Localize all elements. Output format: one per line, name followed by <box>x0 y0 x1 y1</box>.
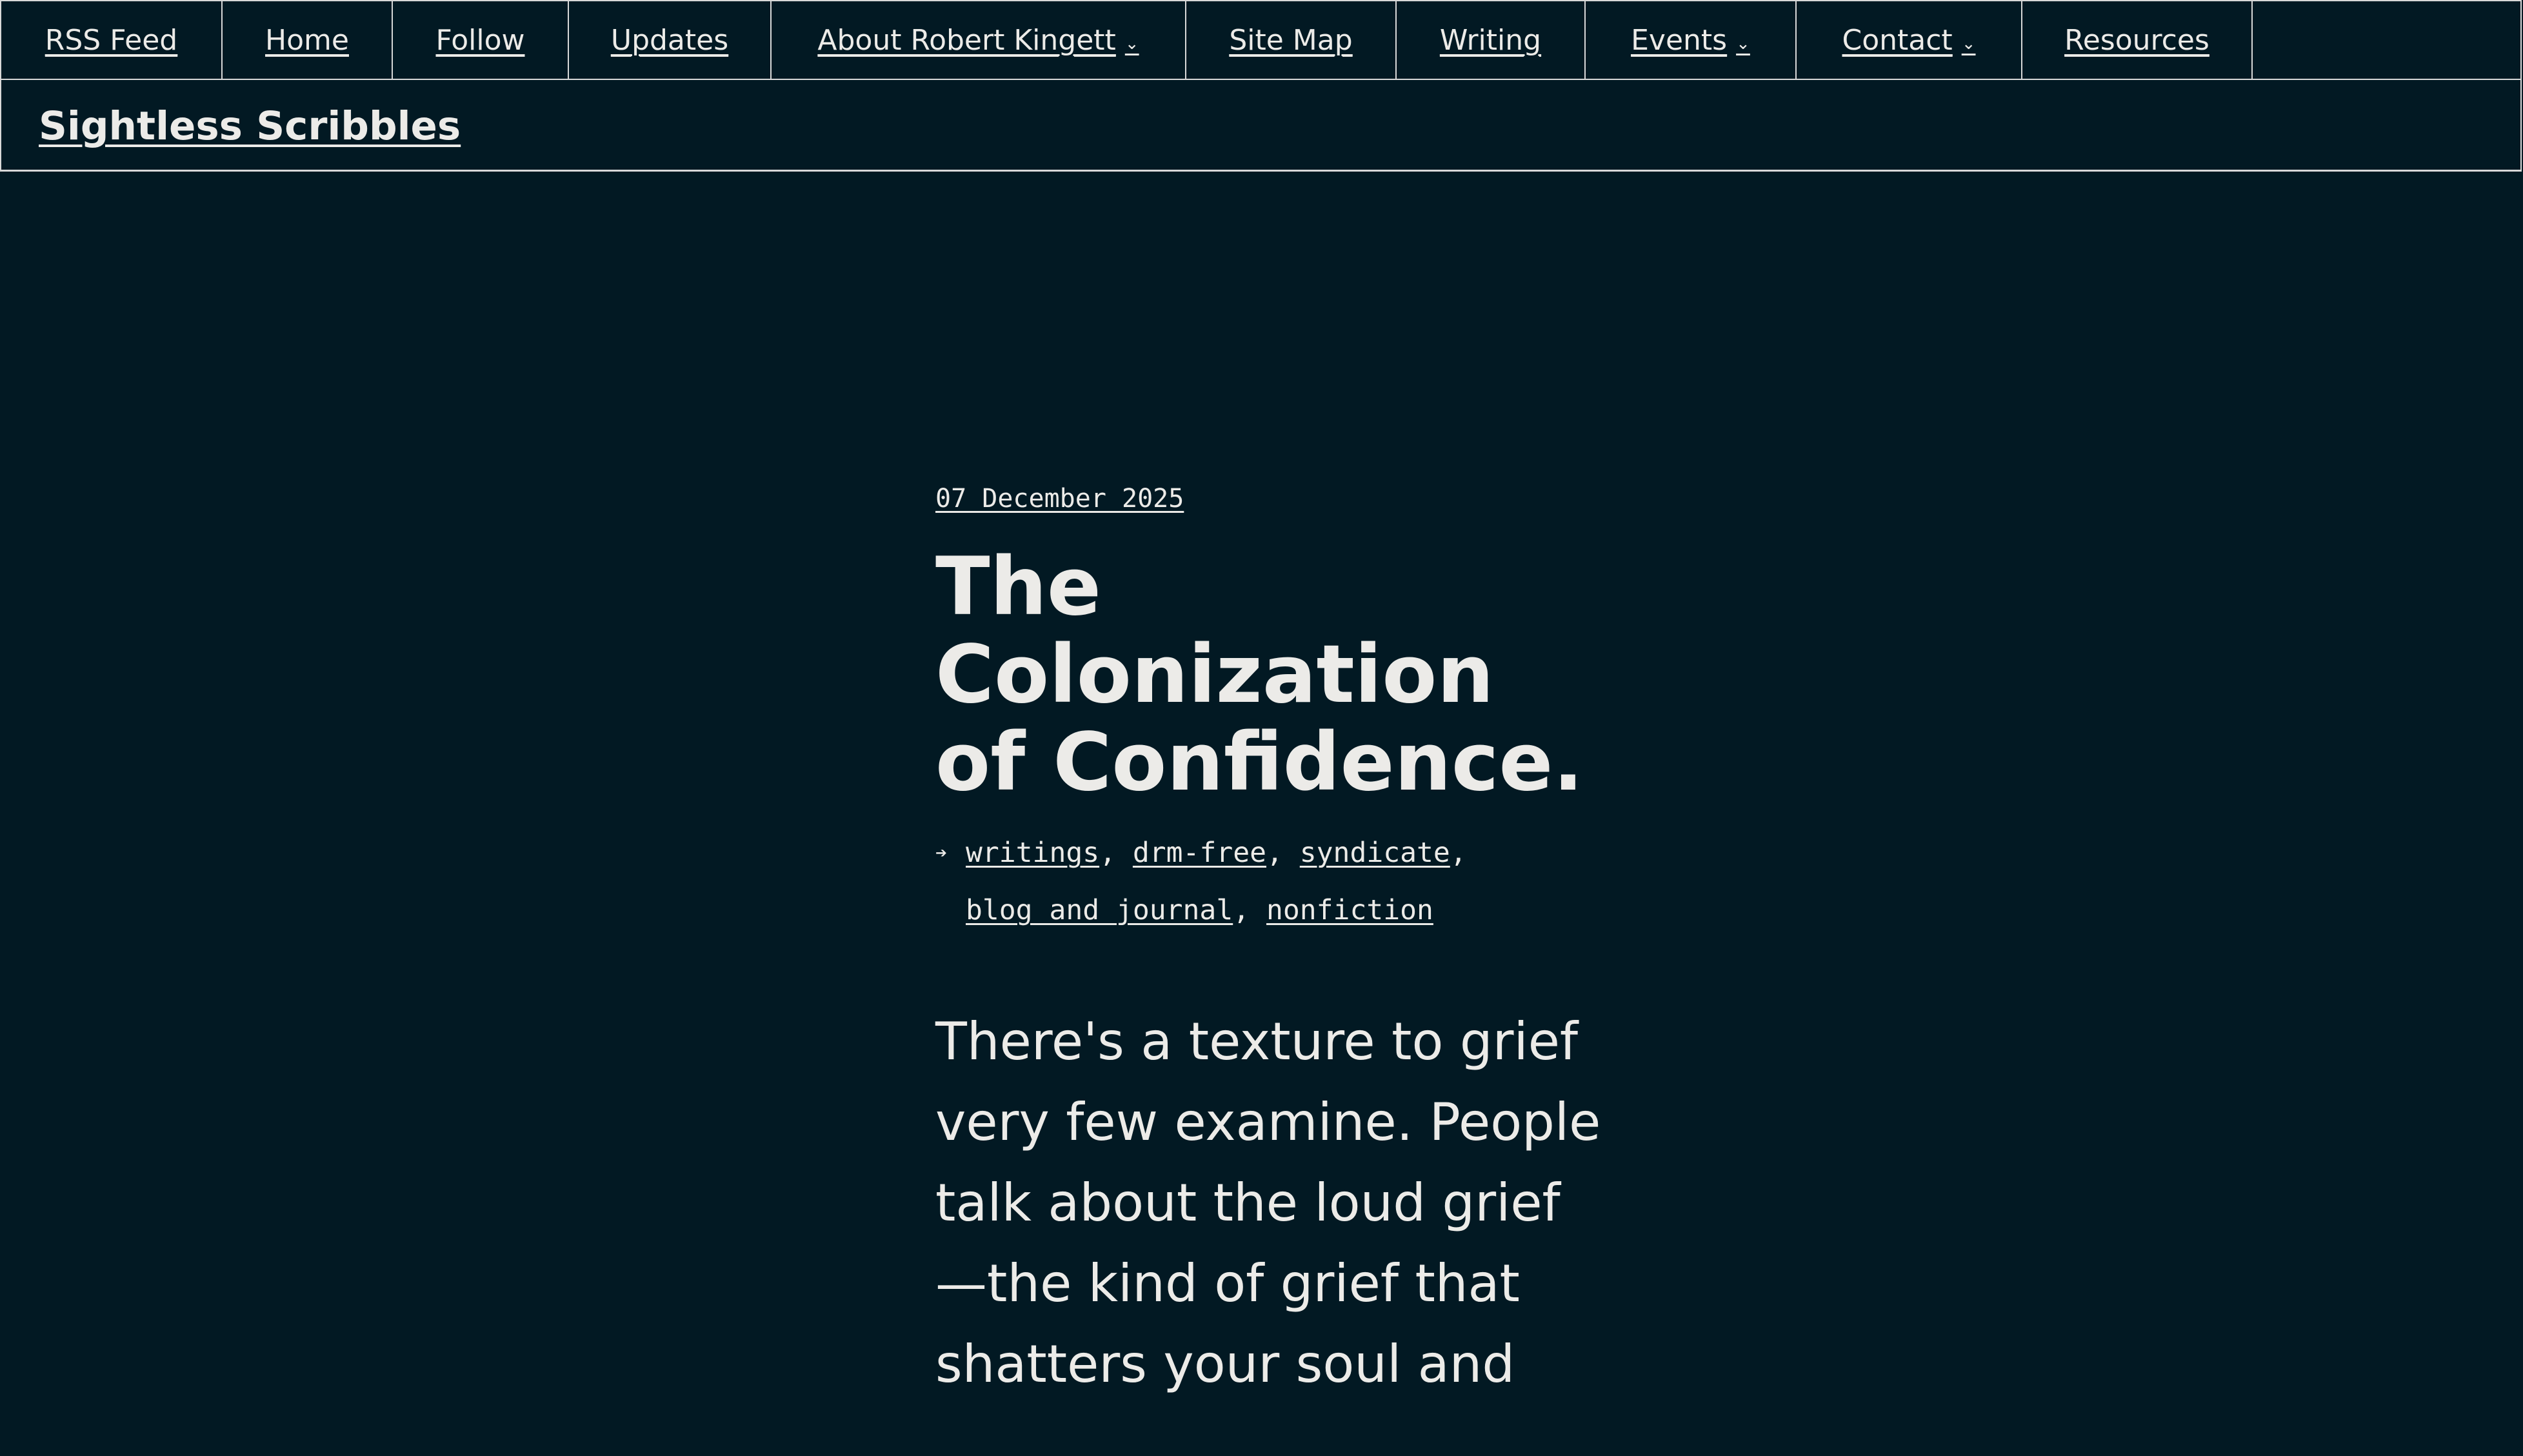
tag-icon: ➔ <box>935 842 948 864</box>
nav-contact-label: Contact <box>1842 23 1953 57</box>
tag-link-nonfiction[interactable]: nonfiction <box>1266 894 1433 926</box>
nav-site-map-label: Site Map <box>1229 23 1353 57</box>
article: 07 December 2025 The Colonization of Con… <box>935 484 1651 1456</box>
nav-follow-label: Follow <box>435 23 525 57</box>
post-body-paragraph: There's a texture to grief very few exam… <box>935 1012 1601 1394</box>
nav-rss-feed[interactable]: RSS Feed <box>1 1 223 79</box>
tag-link-blog-and-journal[interactable]: blog and journal <box>966 894 1233 926</box>
post-date-link[interactable]: 07 December 2025 <box>935 484 1184 514</box>
nav-writing[interactable]: Writing <box>1397 1 1586 79</box>
chevron-down-icon: ⌄ <box>1736 34 1750 54</box>
nav-resources[interactable]: Resources <box>2022 1 2253 79</box>
site-title-link[interactable]: Sightless Scribbles <box>39 103 461 149</box>
nav-updates[interactable]: Updates <box>569 1 772 79</box>
nav-about-label: About Robert Kingett <box>817 23 1116 57</box>
chevron-down-icon: ⌄ <box>1961 34 1976 54</box>
nav-site-map[interactable]: Site Map <box>1186 1 1397 79</box>
nav-updates-label: Updates <box>610 23 729 57</box>
nav-rss-feed-label: RSS Feed <box>45 23 178 57</box>
post-title: The Colonization of Confidence. <box>935 541 1584 809</box>
site-header: Sightless Scribbles <box>0 80 2522 172</box>
nav-follow[interactable]: Follow <box>393 1 569 79</box>
nav-home-label: Home <box>265 23 349 57</box>
nav-about[interactable]: About Robert Kingett ⌄ <box>772 1 1186 79</box>
tag-link-writings[interactable]: writings <box>966 837 1099 869</box>
tag-link-syndicate[interactable]: syndicate <box>1300 837 1450 869</box>
nav-events[interactable]: Events ⌄ <box>1586 1 1797 79</box>
nav-writing-label: Writing <box>1439 23 1542 57</box>
top-nav: RSS Feed Home Follow Updates About Rober… <box>0 0 2522 80</box>
nav-contact[interactable]: Contact ⌄ <box>1797 1 2022 79</box>
tag-link-drm-free[interactable]: drm-free <box>1133 837 1266 869</box>
tag-list: ➔ writings, drm-free, syndicate, blog an… <box>935 824 1521 939</box>
nav-home[interactable]: Home <box>223 1 393 79</box>
chevron-down-icon: ⌄ <box>1124 34 1139 54</box>
nav-events-label: Events <box>1631 23 1728 57</box>
nav-resources-label: Resources <box>2064 23 2209 57</box>
